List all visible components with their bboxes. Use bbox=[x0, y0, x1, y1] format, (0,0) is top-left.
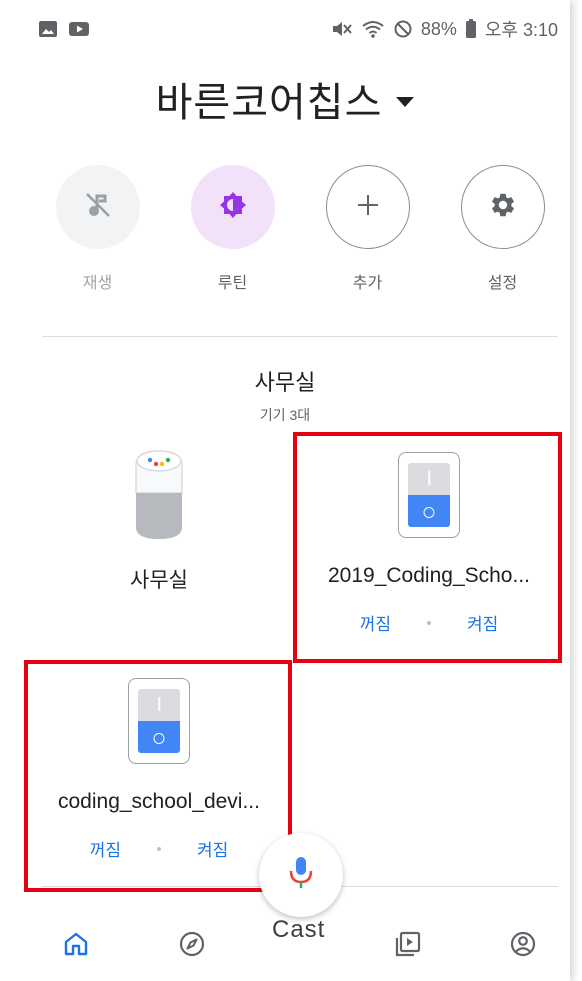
compass-icon bbox=[178, 930, 206, 963]
settings-label: 설정 bbox=[487, 275, 518, 292]
home-selector[interactable]: 바른코어칩스 bbox=[0, 70, 570, 128]
device-tile-switch-2[interactable]: coding_school_devi... 꺼짐 켜짐 bbox=[28, 678, 290, 861]
media-icon bbox=[394, 930, 422, 963]
playback-label: 재생 bbox=[82, 275, 113, 292]
status-bar: 88% 오후 3:10 bbox=[0, 0, 570, 58]
battery-icon bbox=[465, 19, 477, 39]
device-name: 사무실 bbox=[130, 569, 188, 592]
device-controls: 꺼짐 켜짐 bbox=[360, 610, 499, 635]
add-button[interactable]: 추가 bbox=[325, 165, 410, 293]
routine-button[interactable]: 루틴 bbox=[190, 165, 275, 293]
routine-icon bbox=[218, 190, 248, 225]
device-name: 2019_Coding_Scho... bbox=[328, 564, 530, 587]
switch-icon bbox=[128, 678, 190, 764]
device-controls: 꺼짐 켜짐 bbox=[90, 836, 229, 861]
mic-icon bbox=[286, 855, 316, 896]
room-title: 사무실 bbox=[254, 370, 316, 395]
smart-speaker-icon bbox=[128, 445, 190, 550]
app-frame: 88% 오후 3:10 바른코어칩스 재생 루틴 추가 설정 사무실 기기 3대… bbox=[0, 0, 570, 981]
separator-dot bbox=[427, 620, 431, 625]
device-name: coding_school_devi... bbox=[58, 790, 260, 813]
bottom-nav bbox=[0, 920, 570, 970]
routine-label: 루틴 bbox=[217, 275, 248, 292]
battery-percent: 88% bbox=[420, 18, 457, 39]
mic-button[interactable] bbox=[259, 833, 343, 917]
nav-home[interactable] bbox=[58, 928, 94, 964]
gallery-notification-icon bbox=[38, 20, 58, 38]
home-icon bbox=[63, 931, 89, 962]
music-off-icon bbox=[83, 190, 113, 225]
gear-icon bbox=[489, 191, 517, 224]
wifi-icon bbox=[361, 19, 385, 39]
mute-icon bbox=[331, 19, 353, 39]
no-signal-icon bbox=[393, 19, 413, 39]
clock: 오후 3:10 bbox=[484, 20, 558, 40]
section-divider bbox=[42, 336, 558, 337]
nav-media[interactable] bbox=[390, 928, 426, 964]
turn-on-button[interactable]: 켜짐 bbox=[197, 836, 228, 861]
add-label: 추가 bbox=[352, 275, 383, 292]
device-tile-speaker[interactable]: 사무실 bbox=[28, 445, 290, 594]
account-icon bbox=[509, 930, 537, 963]
youtube-notification-icon bbox=[68, 21, 90, 37]
turn-off-button[interactable]: 꺼짐 bbox=[360, 610, 391, 635]
playback-button[interactable]: 재생 bbox=[55, 165, 140, 293]
home-title: 바른코어칩스 bbox=[155, 81, 383, 125]
plus-icon bbox=[355, 192, 381, 223]
room-device-count: 기기 3대 bbox=[259, 407, 311, 423]
turn-off-button[interactable]: 꺼짐 bbox=[90, 836, 121, 861]
separator-dot bbox=[157, 846, 161, 851]
settings-button[interactable]: 설정 bbox=[460, 165, 545, 293]
quick-actions: 재생 루틴 추가 설정 bbox=[55, 165, 545, 293]
turn-on-button[interactable]: 켜짐 bbox=[467, 610, 498, 635]
switch-icon bbox=[398, 452, 460, 538]
nav-account[interactable] bbox=[505, 928, 541, 964]
nav-discover[interactable] bbox=[174, 928, 210, 964]
caret-down-icon bbox=[396, 97, 415, 107]
device-tile-switch-1[interactable]: 2019_Coding_Scho... 꺼짐 켜짐 bbox=[298, 452, 560, 635]
